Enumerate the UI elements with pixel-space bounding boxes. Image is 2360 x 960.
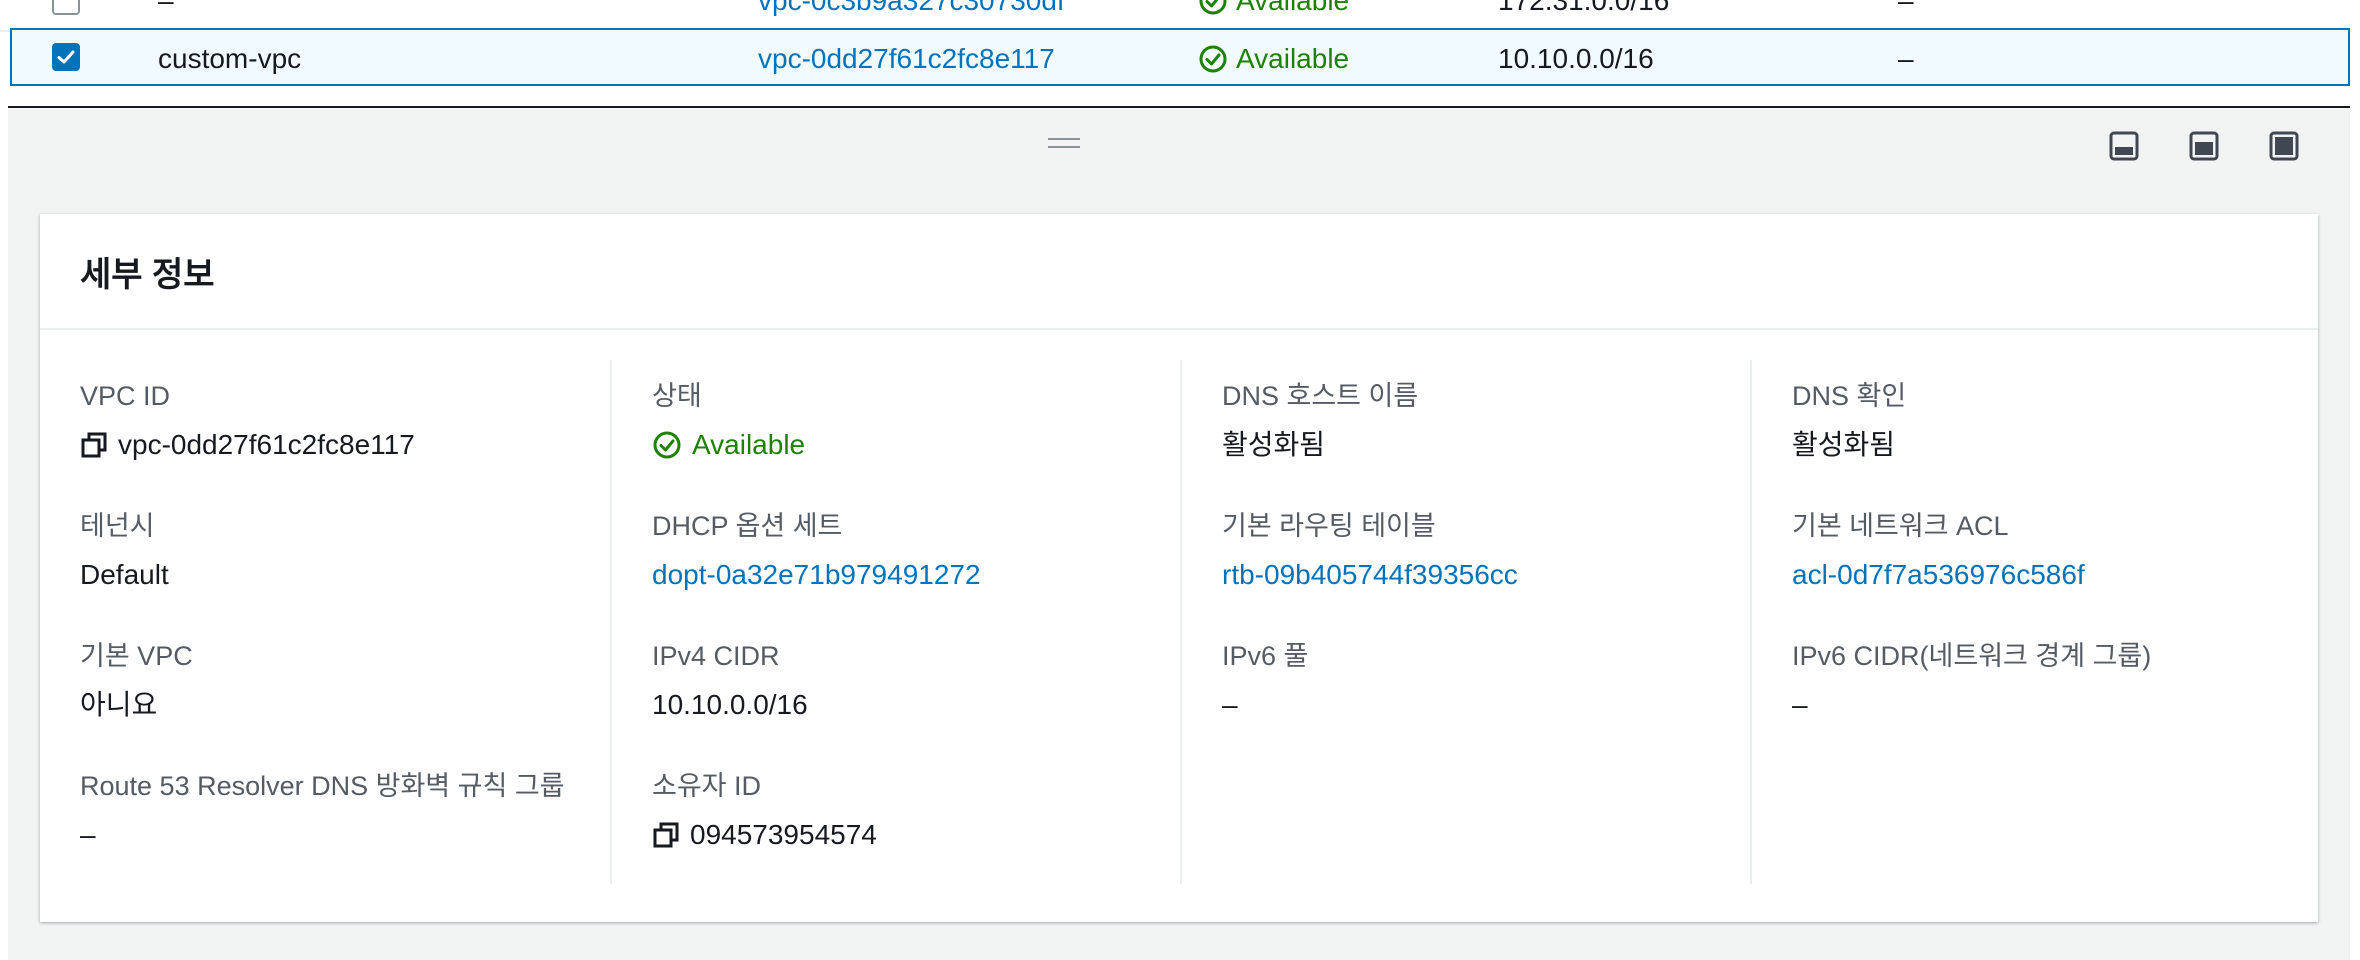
- field-ipv4-cidr: IPv4 CIDR 10.10.0.0/16: [652, 640, 808, 722]
- field-owner-id: 소유자 ID 094573954574: [652, 770, 877, 852]
- field-value: Available: [652, 428, 805, 462]
- field-dhcp-options: DHCP 옵션 세트 dopt-0a32e71b979491272: [652, 510, 981, 592]
- field-ipv6-pool: IPv6 풀 –: [1222, 640, 1308, 722]
- split-side-icon: [2189, 131, 2219, 161]
- row-checkbox[interactable]: [52, 0, 80, 15]
- field-label: 상태: [652, 381, 702, 411]
- field-value: 활성화됨: [1792, 429, 1896, 460]
- vpc-id-link[interactable]: vpc-0c3b9a327c30730df: [758, 0, 1065, 30]
- field-label: DHCP 옵션 세트: [652, 511, 843, 541]
- field-label: IPv4 CIDR: [652, 641, 780, 671]
- vpc-state: Available: [1198, 0, 1349, 30]
- copy-icon[interactable]: [80, 431, 108, 459]
- field-resolver-firewall: Route 53 Resolver DNS 방화벽 규칙 그룹 –: [80, 770, 565, 852]
- field-label: IPv6 CIDR(네트워크 경계 그룹): [1792, 641, 2152, 671]
- field-label: 기본 네트워크 ACL: [1792, 511, 2009, 541]
- field-label: VPC ID: [80, 381, 171, 411]
- state-text: Available: [1236, 43, 1350, 74]
- field-main-route-table: 기본 라우팅 테이블 rtb-09b405744f39356cc: [1222, 510, 1518, 592]
- field-label: 기본 라우팅 테이블: [1222, 511, 1436, 541]
- field-value: 아니요: [80, 689, 158, 720]
- split-side-button[interactable]: [2188, 130, 2220, 162]
- field-value: 활성화됨: [1222, 429, 1326, 460]
- field-label: 테넌시: [80, 511, 155, 541]
- field-ipv6-cidr: IPv6 CIDR(네트워크 경계 그룹) –: [1792, 640, 2151, 722]
- details-column-4: DNS 확인 활성화됨 기본 네트워크 ACL acl-0d7f7a536976…: [1750, 360, 2318, 884]
- field-label: 기본 VPC: [80, 641, 193, 671]
- field-label: IPv6 풀: [1222, 641, 1309, 671]
- field-value: 10.10.0.0/16: [652, 689, 808, 720]
- ipv6-cidr: –: [1898, 0, 1914, 16]
- details-grid: VPC ID vpc-0dd27f61c2fc8e117 테넌시 Default…: [40, 360, 2318, 884]
- ipv4-cidr: 10.10.0.0/16: [1498, 43, 1654, 74]
- field-value: –: [1792, 689, 1808, 720]
- ipv6-cidr: –: [1898, 43, 1914, 74]
- field-tenancy: 테넌시 Default: [80, 510, 169, 592]
- resize-handle[interactable]: [1048, 138, 1080, 152]
- vpc-state: Available: [1198, 30, 1349, 88]
- card-title: 세부 정보: [80, 255, 215, 294]
- split-bottom-button[interactable]: [2108, 130, 2140, 162]
- checkmark-icon: [57, 50, 75, 64]
- field-value: –: [1222, 689, 1238, 720]
- ipv4-cidr: 172.31.0.0/16: [1498, 0, 1670, 16]
- field-vpc-id: VPC ID vpc-0dd27f61c2fc8e117: [80, 380, 415, 462]
- vpc-console-page: – vpc-0c3b9a327c30730df Available 172.31…: [0, 0, 2360, 960]
- owner-id-value: 094573954574: [690, 819, 877, 850]
- split-panel: 세부 정보 VPC ID vpc-0dd27f61c2fc8e117 테넌시 D…: [8, 106, 2350, 960]
- field-state: 상태 Available: [652, 380, 805, 462]
- state-text: Available: [692, 429, 806, 460]
- field-value: vpc-0dd27f61c2fc8e117: [80, 428, 415, 462]
- details-column-3: DNS 호스트 이름 활성화됨 기본 라우팅 테이블 rtb-09b405744…: [1180, 360, 1748, 884]
- field-value: Default: [80, 559, 169, 590]
- field-label: DNS 확인: [1792, 381, 1907, 411]
- vpc-name: custom-vpc: [158, 43, 302, 74]
- network-acl-link[interactable]: acl-0d7f7a536976c586f: [1792, 558, 2085, 592]
- card-header: 세부 정보: [40, 214, 2318, 330]
- vpc-id-value: vpc-0dd27f61c2fc8e117: [118, 429, 415, 460]
- details-column-2: 상태 Available DHCP 옵션 세트 dopt-0a32e71b979…: [610, 360, 1178, 884]
- copy-icon[interactable]: [652, 821, 680, 849]
- field-dns-resolution: DNS 확인 활성화됨: [1792, 380, 1906, 462]
- split-full-icon: [2269, 131, 2299, 161]
- check-circle-icon: [1199, 45, 1227, 73]
- details-card: 세부 정보 VPC ID vpc-0dd27f61c2fc8e117 테넌시 D…: [40, 214, 2318, 922]
- field-label: DNS 호스트 이름: [1222, 381, 1419, 411]
- field-dns-hostnames: DNS 호스트 이름 활성화됨: [1222, 380, 1418, 462]
- field-value: –: [80, 819, 96, 850]
- field-label: 소유자 ID: [652, 771, 762, 801]
- check-circle-icon: [653, 431, 681, 459]
- table-row-selected[interactable]: custom-vpc vpc-0dd27f61c2fc8e117 Availab…: [10, 28, 2350, 86]
- details-column-1: VPC ID vpc-0dd27f61c2fc8e117 테넌시 Default…: [40, 360, 608, 884]
- handle-line: [1048, 138, 1080, 140]
- row-checkbox-checked[interactable]: [52, 43, 80, 71]
- vpc-name: –: [158, 0, 174, 16]
- split-bottom-icon: [2109, 131, 2139, 161]
- vpc-id-link[interactable]: vpc-0dd27f61c2fc8e117: [758, 30, 1055, 88]
- state-text: Available: [1236, 0, 1350, 16]
- field-main-network-acl: 기본 네트워크 ACL acl-0d7f7a536976c586f: [1792, 510, 2085, 592]
- field-default-vpc: 기본 VPC 아니요: [80, 640, 193, 722]
- route-table-link[interactable]: rtb-09b405744f39356cc: [1222, 558, 1518, 592]
- dhcp-options-link[interactable]: dopt-0a32e71b979491272: [652, 558, 981, 592]
- field-label: Route 53 Resolver DNS 방화벽 규칙 그룹: [80, 771, 565, 801]
- split-full-button[interactable]: [2268, 130, 2300, 162]
- field-value: 094573954574: [652, 818, 877, 852]
- check-circle-icon: [1199, 0, 1227, 15]
- handle-line: [1048, 146, 1080, 148]
